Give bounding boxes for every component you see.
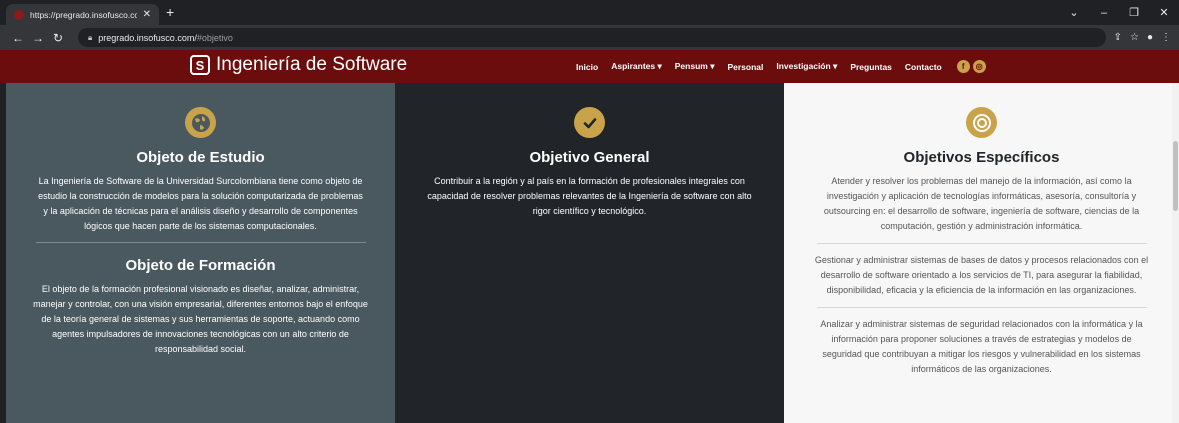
page-edge [0,83,6,423]
column-objetivos-especificos: Objetivos Específicos Atender y resolver… [784,83,1179,423]
divider [35,242,366,243]
objeto-estudio-text: La Ingeniería de Software de la Universi… [38,176,363,231]
column-objetivo-general: Objetivo General Contribuir a la región … [395,83,784,423]
close-tab-icon[interactable]: ✕ [143,9,151,20]
minimize-icon[interactable]: – [1089,7,1119,19]
new-tab-icon[interactable]: + [166,5,174,19]
objetivos-especificos-title: Objetivos Específicos [903,149,1060,166]
objeto-formacion-text: El objeto de la formación profesional vi… [33,284,368,354]
share-icon[interactable]: ⇪ [1114,32,1122,43]
scrollbar-thumb[interactable] [1173,141,1178,211]
close-window-icon[interactable]: ✕ [1149,6,1179,19]
tab-title: https://pregrado.insofusco.com/ [30,9,137,20]
page-scrollbar[interactable] [1172,83,1179,423]
address-bar[interactable]: 🔒︎ pregrado.insofusco.com/ #objetivo [78,28,1106,47]
reload-icon[interactable]: ↻ [48,31,68,45]
nav-personal[interactable]: Personal [727,62,763,72]
objetivo-especifico-1: Atender y resolver los problemas del man… [823,176,1140,231]
brand-name: Ingeniería de Software [216,54,408,75]
nav-investigacion[interactable]: Investigación ▾ [776,61,837,72]
url-hash: #objetivo [196,32,233,43]
menu-kebab-icon[interactable]: ⋮ [1161,32,1171,43]
objeto-formacion-title: Objeto de Formación [125,257,276,274]
objetivo-general-title: Objetivo General [529,149,650,166]
nav-inicio[interactable]: Inicio [576,62,598,72]
objetivo-especifico-3: Analizar y administrar sistemas de segur… [820,319,1143,374]
nav-aspirantes[interactable]: Aspirantes ▾ [611,61,662,72]
divider [816,307,1147,308]
divider [816,243,1147,244]
site-brand[interactable]: S Ingeniería de Software [190,54,407,76]
lock-icon[interactable]: 🔒︎ [88,33,92,43]
objeto-estudio-title: Objeto de Estudio [136,149,265,166]
browser-tabbar: https://pregrado.insofusco.com/ ✕ + ⌄ – … [0,0,1179,25]
browser-toolbar: ← → ↻ 🔒︎ pregrado.insofusco.com/ #objeti… [0,25,1179,50]
brand-logo-icon: S [190,55,210,75]
nav-preguntas[interactable]: Preguntas [850,62,892,72]
globe-icon [185,107,216,138]
objetivo-general-text: Contribuir a la región y al país en la f… [427,176,752,216]
check-circle-icon [574,107,605,138]
window-controls: ⌄ – ❐ ✕ [1059,0,1179,25]
forward-icon[interactable]: → [28,31,48,45]
url-host: pregrado.insofusco.com/ [98,32,197,43]
social-links: f ◎ [956,60,986,73]
facebook-icon[interactable]: f [956,60,970,73]
column-objeto: Objeto de Estudio La Ingeniería de Softw… [0,83,395,423]
browser-tab[interactable]: https://pregrado.insofusco.com/ ✕ [6,4,159,25]
nav-pensum[interactable]: Pensum ▾ [675,61,715,72]
nav-contacto[interactable]: Contacto [905,62,942,72]
site-navbar: S Ingeniería de Software Inicio Aspirant… [0,50,1179,83]
site-favicon-icon [14,9,24,20]
objectives-section: Objeto de Estudio La Ingeniería de Softw… [0,83,1179,423]
profile-icon[interactable]: ● [1147,32,1153,43]
back-icon[interactable]: ← [8,31,28,45]
instagram-icon[interactable]: ◎ [972,60,986,73]
bookmark-star-icon[interactable]: ☆ [1130,32,1139,43]
objetivo-especifico-2: Gestionar y administrar sistemas de base… [814,255,1149,295]
restore-icon[interactable]: ❐ [1119,6,1149,19]
chevron-down-icon[interactable]: ⌄ [1059,6,1089,19]
target-icon [966,107,997,138]
site-menu: Inicio Aspirantes ▾ Pensum ▾ Personal In… [576,50,986,83]
